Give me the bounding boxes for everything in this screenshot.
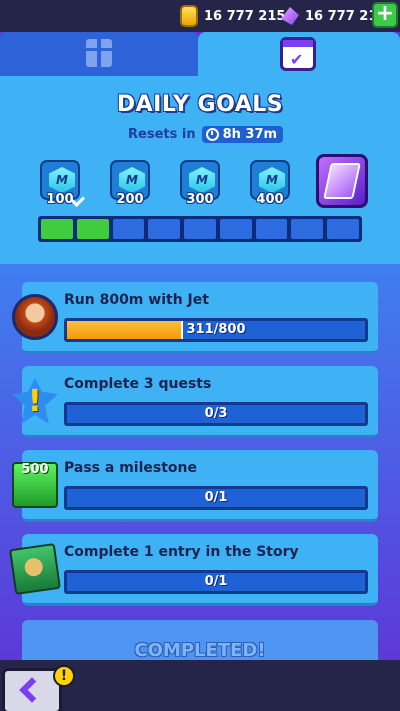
reset-timer: Resets in 8h 37m — [128, 124, 284, 144]
goal-progress-bar: 311/800 — [64, 318, 368, 342]
resets-label: Resets in — [128, 126, 196, 142]
goals-list: Run 800m with Jet 311/800 ! Complete 3 q… — [0, 264, 400, 670]
progress-segment — [148, 219, 181, 239]
gem-icon — [281, 7, 299, 25]
completed-label: COMPLETED! — [134, 640, 266, 661]
progress-segment — [76, 219, 109, 239]
page-title: DAILY GOALS — [116, 92, 284, 117]
daily-goals-header: DAILY GOALS Resets in 8h 37m M 100 M 200… — [0, 76, 400, 264]
goal-progress-text: 311/800 — [186, 322, 246, 337]
quest-exclamation-icon: ! — [12, 378, 58, 424]
goal-progress-text: 0/3 — [204, 406, 228, 421]
milestone-value: 200 — [116, 192, 144, 207]
progress-segment — [219, 219, 252, 239]
timer-value: 8h 37m — [222, 126, 278, 142]
coin-amount: 16 777 215 — [204, 8, 286, 24]
goal-card: Complete 1 entry in the Story 0/1 — [9, 534, 378, 606]
daily-progress-track — [38, 216, 362, 242]
timer-pill: 8h 37m — [201, 125, 284, 143]
goal-title: Pass a milestone — [64, 460, 197, 476]
goal-title: Complete 3 quests — [64, 376, 212, 392]
goal-progress-text: 0/1 — [204, 490, 228, 505]
multiplier-icon: M — [49, 167, 75, 193]
goal-progress-bar: 0/1 — [64, 570, 368, 594]
gift-icon — [86, 39, 112, 67]
milestone-reward[interactable]: M 100 — [36, 160, 86, 212]
story-book-icon — [9, 543, 61, 595]
goal-card: 500 Pass a milestone 0/1 — [12, 450, 378, 522]
milestone-reward[interactable]: M 300 — [176, 160, 224, 212]
multiplier-icon: M — [259, 167, 285, 193]
clock-icon — [205, 127, 219, 141]
goal-title: Complete 1 entry in the Story — [64, 544, 299, 560]
progress-segment — [327, 219, 360, 239]
milestone-500-icon: 500 — [12, 462, 58, 508]
milestone-reward[interactable]: M 400 — [246, 160, 294, 212]
add-currency-button[interactable]: + — [372, 2, 398, 28]
progress-segment — [291, 219, 324, 239]
goal-progress-bar: 0/1 — [64, 486, 368, 510]
multiplier-icon: M — [119, 167, 145, 193]
tab-gifts[interactable] — [0, 32, 198, 76]
bottom-bar: ! — [0, 660, 400, 711]
milestone-icon-label: 500 — [21, 462, 49, 477]
mystery-reward-icon — [323, 163, 361, 199]
jet-character-icon — [12, 294, 58, 340]
goal-progress-bar: 0/3 — [64, 402, 368, 426]
tab-daily-goals[interactable]: ✔ — [198, 32, 400, 76]
goal-card: ! Complete 3 quests 0/3 — [12, 366, 378, 438]
progress-segment — [184, 219, 216, 239]
milestone-reward[interactable]: M 200 — [106, 160, 154, 212]
back-arrow-icon — [19, 677, 45, 703]
calendar-check-icon: ✔ — [280, 37, 316, 71]
progress-segment — [41, 219, 73, 239]
progress-segment — [255, 219, 288, 239]
milestone-value: 300 — [186, 192, 214, 207]
goal-card: Run 800m with Jet 311/800 — [12, 282, 378, 354]
final-reward-icon[interactable] — [316, 154, 368, 208]
alert-badge: ! — [53, 665, 75, 687]
goal-progress-text: 0/1 — [204, 574, 228, 589]
coin-icon — [180, 5, 198, 27]
goal-title: Run 800m with Jet — [64, 292, 209, 308]
progress-segment — [112, 219, 145, 239]
currency-bar: 16 777 215 16 777 215 + — [0, 0, 400, 32]
coin-counter: 16 777 215 — [180, 4, 285, 28]
milestone-value: 400 — [256, 192, 284, 207]
multiplier-icon: M — [189, 167, 215, 193]
back-button[interactable]: ! — [2, 665, 75, 711]
gem-counter: 16 777 215 — [281, 4, 386, 28]
